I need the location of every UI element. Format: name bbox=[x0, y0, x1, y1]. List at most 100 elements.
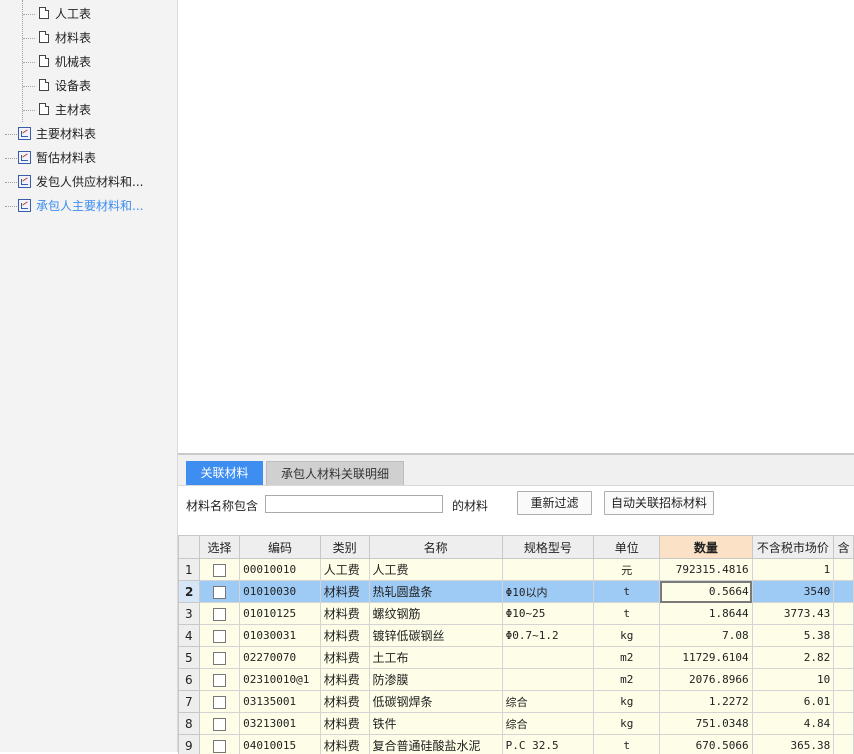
unit-cell[interactable]: kg bbox=[594, 713, 660, 735]
select-checkbox-cell[interactable] bbox=[199, 625, 239, 647]
col-header-incl-tax[interactable]: 含 bbox=[834, 536, 854, 559]
row-select-checkbox[interactable] bbox=[213, 630, 226, 643]
row-select-checkbox[interactable] bbox=[213, 564, 226, 577]
market-price-cell[interactable]: 4.84 bbox=[752, 713, 834, 735]
col-header-quantity[interactable]: 数量 bbox=[660, 536, 752, 559]
market-price-cell[interactable]: 1 bbox=[752, 559, 834, 581]
market-price-cell[interactable]: 3540 bbox=[752, 581, 834, 603]
category-cell[interactable]: 材料费 bbox=[320, 625, 369, 647]
name-cell[interactable]: 人工费 bbox=[369, 559, 502, 581]
select-checkbox-cell[interactable] bbox=[199, 647, 239, 669]
row-select-checkbox[interactable] bbox=[213, 740, 226, 753]
sidebar-item[interactable]: 人工表 bbox=[0, 4, 176, 24]
tab-contractor-material-details[interactable]: 承包人材料关联明细 bbox=[266, 461, 404, 485]
category-cell[interactable]: 材料费 bbox=[320, 581, 369, 603]
code-cell[interactable]: 00010010 bbox=[240, 559, 321, 581]
row-select-checkbox[interactable] bbox=[213, 652, 226, 665]
incl-tax-cell[interactable] bbox=[834, 559, 854, 581]
name-cell[interactable]: 铁件 bbox=[369, 713, 502, 735]
col-header-code[interactable]: 编码 bbox=[240, 536, 321, 559]
col-header-unit[interactable]: 单位 bbox=[594, 536, 660, 559]
unit-cell[interactable]: kg bbox=[594, 691, 660, 713]
spec-cell[interactable]: 综合 bbox=[502, 691, 594, 713]
spec-cell[interactable]: Φ10~25 bbox=[502, 603, 594, 625]
spec-cell[interactable]: 综合 bbox=[502, 713, 594, 735]
col-header-name[interactable]: 名称 bbox=[369, 536, 502, 559]
category-cell[interactable]: 材料费 bbox=[320, 603, 369, 625]
row-select-checkbox[interactable] bbox=[213, 608, 226, 621]
unit-cell[interactable]: t bbox=[594, 735, 660, 754]
code-cell[interactable]: 04010015 bbox=[240, 735, 321, 754]
quantity-cell[interactable]: 670.5066 bbox=[660, 735, 752, 754]
select-checkbox-cell[interactable] bbox=[199, 581, 239, 603]
spec-cell[interactable]: Φ10以内 bbox=[502, 581, 594, 603]
table-row[interactable]: 803213001材料费铁件综合kg751.03484.84 bbox=[179, 713, 854, 735]
code-cell[interactable]: 02270070 bbox=[240, 647, 321, 669]
table-row[interactable]: 904010015材料费复合普通硅酸盐水泥P.C 32.5t670.506636… bbox=[179, 735, 854, 754]
unit-cell[interactable]: t bbox=[594, 581, 660, 603]
quantity-cell[interactable]: 11729.6104 bbox=[660, 647, 752, 669]
row-select-checkbox[interactable] bbox=[213, 696, 226, 709]
col-header-market-price-excl-tax[interactable]: 不含税市场价 bbox=[752, 536, 834, 559]
col-header-spec[interactable]: 规格型号 bbox=[502, 536, 594, 559]
name-cell[interactable]: 土工布 bbox=[369, 647, 502, 669]
col-header-category[interactable]: 类别 bbox=[320, 536, 369, 559]
sidebar-item[interactable]: 承包人主要材料和... bbox=[0, 196, 176, 216]
code-cell[interactable]: 02310010@1 bbox=[240, 669, 321, 691]
quantity-cell[interactable]: 1.2272 bbox=[660, 691, 752, 713]
row-select-checkbox[interactable] bbox=[213, 674, 226, 687]
category-cell[interactable]: 人工费 bbox=[320, 559, 369, 581]
code-cell[interactable]: 03213001 bbox=[240, 713, 321, 735]
category-cell[interactable]: 材料费 bbox=[320, 647, 369, 669]
code-cell[interactable]: 01030031 bbox=[240, 625, 321, 647]
select-checkbox-cell[interactable] bbox=[199, 735, 239, 754]
market-price-cell[interactable]: 10 bbox=[752, 669, 834, 691]
table-row[interactable]: 602310010@1材料费防渗膜m22076.896610 bbox=[179, 669, 854, 691]
select-checkbox-cell[interactable] bbox=[199, 669, 239, 691]
incl-tax-cell[interactable] bbox=[834, 625, 854, 647]
quantity-cell[interactable]: 0.5664 bbox=[660, 581, 752, 603]
incl-tax-cell[interactable] bbox=[834, 669, 854, 691]
name-cell[interactable]: 热轧圆盘条 bbox=[369, 581, 502, 603]
incl-tax-cell[interactable] bbox=[834, 581, 854, 603]
table-row[interactable]: 401030031材料费镀锌低碳钢丝Φ0.7~1.2kg7.085.38 bbox=[179, 625, 854, 647]
market-price-cell[interactable]: 6.01 bbox=[752, 691, 834, 713]
unit-cell[interactable]: t bbox=[594, 603, 660, 625]
name-cell[interactable]: 复合普通硅酸盐水泥 bbox=[369, 735, 502, 754]
row-select-checkbox[interactable] bbox=[213, 586, 226, 599]
incl-tax-cell[interactable] bbox=[834, 691, 854, 713]
quantity-cell[interactable]: 2076.8966 bbox=[660, 669, 752, 691]
incl-tax-cell[interactable] bbox=[834, 713, 854, 735]
incl-tax-cell[interactable] bbox=[834, 647, 854, 669]
category-cell[interactable]: 材料费 bbox=[320, 713, 369, 735]
category-cell[interactable]: 材料费 bbox=[320, 669, 369, 691]
sidebar-item[interactable]: 机械表 bbox=[0, 52, 176, 72]
sidebar-item[interactable]: 材料表 bbox=[0, 28, 176, 48]
name-cell[interactable]: 螺纹钢筋 bbox=[369, 603, 502, 625]
quantity-cell[interactable]: 792315.4816 bbox=[660, 559, 752, 581]
incl-tax-cell[interactable] bbox=[834, 735, 854, 754]
category-cell[interactable]: 材料费 bbox=[320, 735, 369, 754]
quantity-cell[interactable]: 751.0348 bbox=[660, 713, 752, 735]
quantity-cell[interactable]: 1.8644 bbox=[660, 603, 752, 625]
spec-cell[interactable] bbox=[502, 669, 594, 691]
unit-cell[interactable]: kg bbox=[594, 625, 660, 647]
select-checkbox-cell[interactable] bbox=[199, 713, 239, 735]
unit-cell[interactable]: m2 bbox=[594, 647, 660, 669]
auto-link-tender-materials-button[interactable]: 自动关联招标材料 bbox=[604, 491, 714, 515]
unit-cell[interactable]: 元 bbox=[594, 559, 660, 581]
tab-linked-materials[interactable]: 关联材料 bbox=[186, 461, 263, 485]
table-row[interactable]: 703135001材料费低碳钢焊条综合kg1.22726.01 bbox=[179, 691, 854, 713]
sidebar-item[interactable]: 主要材料表 bbox=[0, 124, 176, 144]
name-cell[interactable]: 镀锌低碳钢丝 bbox=[369, 625, 502, 647]
select-checkbox-cell[interactable] bbox=[199, 691, 239, 713]
code-cell[interactable]: 03135001 bbox=[240, 691, 321, 713]
table-row[interactable]: 502270070材料费土工布m211729.61042.82 bbox=[179, 647, 854, 669]
sidebar-item[interactable]: 暂估材料表 bbox=[0, 148, 176, 168]
select-checkbox-cell[interactable] bbox=[199, 559, 239, 581]
select-checkbox-cell[interactable] bbox=[199, 603, 239, 625]
market-price-cell[interactable]: 3773.43 bbox=[752, 603, 834, 625]
quantity-cell[interactable]: 7.08 bbox=[660, 625, 752, 647]
category-cell[interactable]: 材料费 bbox=[320, 691, 369, 713]
sidebar-item[interactable]: 发包人供应材料和... bbox=[0, 172, 176, 192]
